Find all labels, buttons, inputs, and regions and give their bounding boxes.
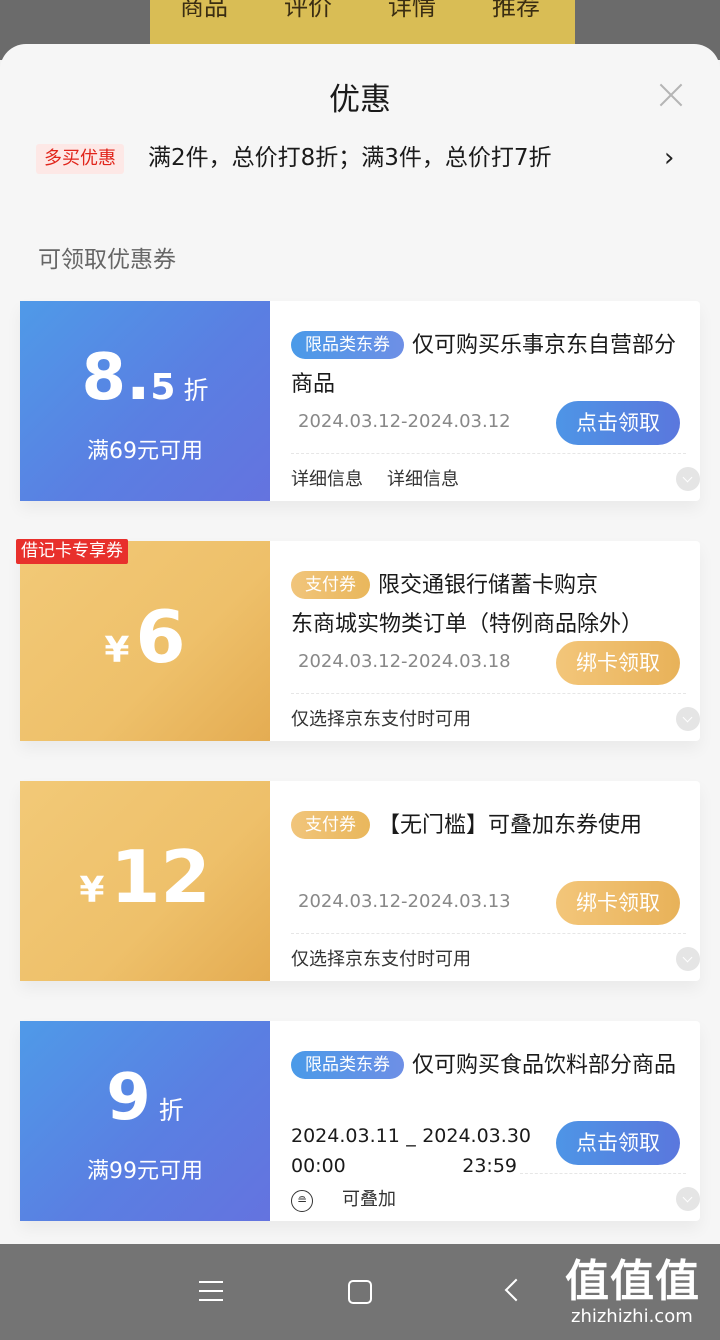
coupon-validity: 2024.03.12-2024.03.12 xyxy=(298,411,511,432)
tab-recommend: 推荐 xyxy=(492,0,540,20)
coupon-detail: 限品类东券 仅可购买乐事京东自营部分商品 2024.03.12-2024.03.1… xyxy=(270,301,700,501)
discount-sheet: 优惠 多买优惠 满2件，总价打8折；满3件，总价打7折 › 可领取优惠券 8.5… xyxy=(0,44,720,1244)
coupon-description: 支付券 【无门槛】可叠加东券使用 xyxy=(291,806,686,884)
coupon-value-panel: 8.5 折 满69元可用 xyxy=(20,301,270,501)
sheet-title: 优惠 xyxy=(329,82,391,118)
watermark: 值值值 zhizhizhi.com xyxy=(565,1258,715,1338)
coupon-card: 9折 满99元可用 限品类东券 仅可购买食品饮料部分商品 2024.03.11 _ 2… xyxy=(20,1021,700,1221)
bind-card-button[interactable]: 绑卡领取 xyxy=(556,881,680,925)
coupon-type-badge: 限品类东券 xyxy=(291,1051,404,1079)
coupon-value-panel: ¥12 xyxy=(20,781,270,981)
coupon-validity: 2024.03.11 _ 2024.03.30 00:00 23:59 xyxy=(291,1125,531,1177)
chevron-down-icon[interactable] xyxy=(676,707,700,731)
coupon-amount: ¥6 xyxy=(104,595,186,679)
chevron-down-icon[interactable] xyxy=(676,467,700,491)
stack-icon: ≘ xyxy=(291,1190,313,1212)
watermark-domain: zhizhizhi.com xyxy=(571,1306,693,1327)
system-navigation-bar: 值值值 zhizhizhi.com xyxy=(0,1244,720,1340)
coupon-info: ≘ 可叠加 xyxy=(291,1185,396,1212)
claim-button[interactable]: 点击领取 xyxy=(556,401,680,445)
coupon-value-panel: 9折 满99元可用 xyxy=(20,1021,270,1221)
coupon-validity: 2024.03.12-2024.03.13 xyxy=(298,891,511,912)
coupon-description: 限品类东券 仅可购买乐事京东自营部分商品 xyxy=(291,331,677,397)
coupon-discount: 9折 xyxy=(106,1061,184,1135)
debit-card-badge: 借记卡专享券 xyxy=(16,539,128,564)
chevron-down-icon[interactable] xyxy=(676,1187,700,1211)
coupon-type-badge: 支付券 xyxy=(291,811,370,839)
coupon-condition: 满69元可用 xyxy=(87,439,203,464)
background-tabs: 商品 评价 详情 推荐 xyxy=(180,0,540,20)
claim-button[interactable]: 点击领取 xyxy=(556,1121,680,1165)
divider xyxy=(291,693,686,694)
coupon-info: 仅选择京东支付时可用 xyxy=(291,709,471,730)
coupon-value-panel: ¥6 xyxy=(20,541,270,741)
divider xyxy=(291,453,686,454)
promo-text: 满2件，总价打8折；满3件，总价打7折 xyxy=(148,145,552,171)
coupon-info[interactable]: 详细信息 详细信息 xyxy=(291,465,459,491)
coupon-card: ¥6 借记卡专享券 支付券 限交通银行储蓄卡购京 东商城实物类订单（特例商品除外）… xyxy=(16,539,700,741)
promo-tag: 多买优惠 xyxy=(36,144,124,174)
coupon-detail: 支付券 【无门槛】可叠加东券使用 2024.03.12-2024.03.13 绑卡… xyxy=(270,781,700,981)
back-icon[interactable] xyxy=(504,1278,528,1302)
coupon-card: 8.5 折 满69元可用 限品类东券 仅可购买乐事京东自营部分商品 2024.03.… xyxy=(20,301,700,501)
section-title: 可领取优惠券 xyxy=(38,247,176,273)
watermark-logo: 值值值 xyxy=(565,1256,700,1307)
multi-buy-promo[interactable]: 多买优惠 满2件，总价打8折；满3件，总价打7折 › xyxy=(36,140,696,176)
coupon-amount: ¥12 xyxy=(79,835,211,919)
coupon-info: 仅选择京东支付时可用 xyxy=(291,949,471,970)
coupon-type-badge: 限品类东券 xyxy=(291,331,404,359)
home-icon[interactable] xyxy=(348,1280,372,1304)
coupon-card: ¥12 支付券 【无门槛】可叠加东券使用 2024.03.12-2024.03.1… xyxy=(20,781,700,981)
chevron-right-icon[interactable]: › xyxy=(664,140,674,176)
divider xyxy=(520,1173,686,1174)
coupon-condition: 满99元可用 xyxy=(87,1159,203,1184)
coupon-discount: 8.5 折 xyxy=(81,341,209,415)
menu-icon[interactable] xyxy=(199,1281,223,1301)
close-icon[interactable] xyxy=(656,80,686,110)
coupon-detail: 支付券 限交通银行储蓄卡购京 东商城实物类订单（特例商品除外） 2024.03.1… xyxy=(270,541,700,741)
tab-goods: 商品 xyxy=(180,0,228,20)
chevron-down-icon[interactable] xyxy=(676,947,700,971)
tab-details: 详情 xyxy=(388,0,436,20)
coupon-validity: 2024.03.12-2024.03.18 xyxy=(298,651,511,672)
tab-reviews: 评价 xyxy=(284,0,332,20)
coupon-detail: 限品类东券 仅可购买食品饮料部分商品 2024.03.11 _ 2024.03.30 … xyxy=(270,1021,700,1221)
bind-card-button[interactable]: 绑卡领取 xyxy=(556,641,680,685)
coupon-description: 限品类东券 仅可购买食品饮料部分商品 xyxy=(291,1046,686,1124)
divider xyxy=(291,933,686,934)
coupon-description: 支付券 限交通银行储蓄卡购京 东商城实物类订单（特例商品除外） xyxy=(291,571,644,637)
coupon-type-badge: 支付券 xyxy=(291,571,370,599)
